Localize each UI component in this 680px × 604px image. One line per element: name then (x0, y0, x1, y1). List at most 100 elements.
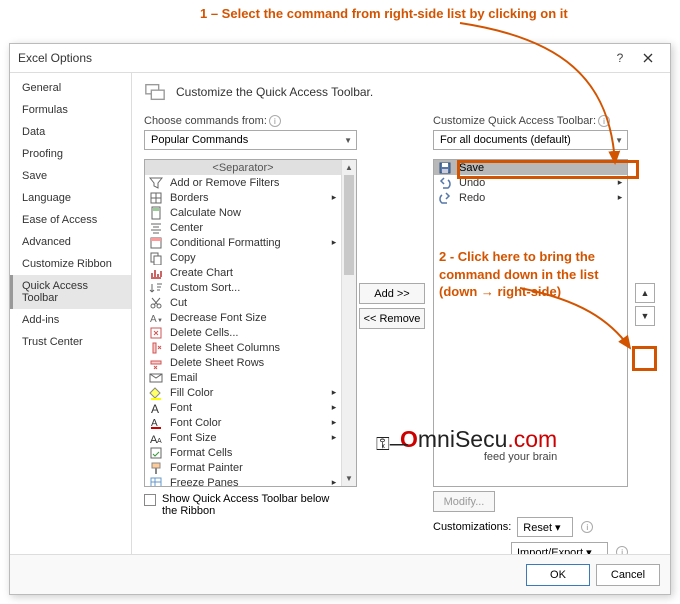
del-rows-icon (148, 356, 164, 370)
list-item-label: Font Size (170, 432, 324, 444)
list-item[interactable]: AFont Color▸ (145, 415, 341, 430)
calc-icon (148, 206, 164, 220)
info-icon: i (269, 115, 281, 127)
list-item[interactable]: Borders ▸ (145, 190, 341, 205)
scroll-down-button[interactable]: ▼ (342, 471, 356, 486)
list-item-label: Calculate Now (170, 207, 338, 219)
list-item[interactable]: Freeze Panes▸ (145, 475, 341, 486)
add-button[interactable]: Add >> (359, 283, 425, 304)
list-item-label: Format Painter (170, 462, 338, 474)
qat-item[interactable]: Redo▸ (434, 190, 627, 205)
close-icon (643, 53, 653, 63)
scroll-up-button[interactable]: ▲ (342, 160, 356, 175)
font-dec-icon: A▼ (148, 311, 164, 325)
list-item-label: Copy (170, 252, 338, 264)
list-item[interactable]: Delete Sheet Rows (145, 355, 341, 370)
list-item[interactable]: Copy (145, 250, 341, 265)
list-item[interactable]: Calculate Now (145, 205, 341, 220)
sidebar-item-language[interactable]: Language (10, 187, 131, 209)
show-below-ribbon-row: Show Quick Access Toolbar below the Ribb… (144, 493, 357, 517)
sidebar-item-quick-access-toolbar[interactable]: Quick Access Toolbar (10, 275, 131, 309)
reset-button[interactable]: Reset ▾ (517, 517, 573, 537)
cut-icon (148, 296, 164, 310)
qat-listbox[interactable]: SaveUndo▸Redo▸ (433, 159, 628, 487)
list-item-label: Fill Color (170, 387, 324, 399)
list-item-label: Cut (170, 297, 338, 309)
sidebar-item-trust-center[interactable]: Trust Center (10, 331, 131, 353)
list-item[interactable]: Format Cells (145, 445, 341, 460)
list-item[interactable]: Delete Cells... (145, 325, 341, 340)
qat-item[interactable]: Undo▸ (434, 175, 627, 190)
show-below-ribbon-checkbox[interactable] (144, 494, 156, 506)
qat-scope-value: For all documents (default) (440, 134, 571, 146)
submenu-indicator: ▸ (330, 417, 338, 428)
painter-icon (148, 461, 164, 475)
sidebar-item-general[interactable]: General (10, 77, 131, 99)
move-down-button[interactable]: ▼ (635, 306, 655, 326)
main-header: Customize the Quick Access Toolbar. (144, 81, 658, 103)
list-item[interactable]: A▼Decrease Font Size (145, 310, 341, 325)
remove-button[interactable]: << Remove (359, 308, 425, 329)
submenu-indicator: ▸ (330, 237, 338, 248)
list-item-label: Borders (170, 192, 324, 204)
list-item[interactable]: Delete Sheet Columns (145, 340, 341, 355)
sidebar-item-advanced[interactable]: Advanced (10, 231, 131, 253)
panel-mid: Add >> << Remove (357, 283, 427, 329)
sidebar-item-add-ins[interactable]: Add-ins (10, 309, 131, 331)
fill-icon (148, 386, 164, 400)
submenu-indicator: ▸ (330, 477, 338, 486)
format-icon (148, 446, 164, 460)
sidebar-item-formulas[interactable]: Formulas (10, 99, 131, 121)
list-item[interactable]: Fill Color ▸ (145, 385, 341, 400)
sidebar-item-proofing[interactable]: Proofing (10, 143, 131, 165)
sidebar-item-customize-ribbon[interactable]: Customize Ribbon (10, 253, 131, 275)
list-item-label: Custom Sort... (170, 282, 338, 294)
help-button[interactable]: ? (606, 48, 634, 68)
chevron-down-icon: ▼ (615, 136, 623, 145)
commands-listbox[interactable]: <Separator>Add or Remove Filters Borders ▸… (144, 159, 357, 487)
commands-dropdown-value: Popular Commands (151, 134, 248, 146)
sidebar-item-data[interactable]: Data (10, 121, 131, 143)
main-panel: Customize the Quick Access Toolbar. Choo… (132, 73, 670, 554)
list-item[interactable]: Custom Sort... (145, 280, 341, 295)
list-item[interactable]: Email (145, 370, 341, 385)
list-item[interactable]: <Separator> (145, 160, 341, 175)
sidebar-item-ease-of-access[interactable]: Ease of Access (10, 209, 131, 231)
copy-icon (148, 251, 164, 265)
list-item[interactable]: AFont▸ (145, 400, 341, 415)
panel-right: Customize Quick Access Toolbar:i For all… (433, 115, 628, 554)
scroll-thumb[interactable] (344, 175, 354, 275)
list-item[interactable]: Conditional Formatting ▸ (145, 235, 341, 250)
info-icon: i (616, 546, 628, 554)
qat-scope-dropdown[interactable]: For all documents (default) ▼ (433, 130, 628, 150)
sidebar-item-save[interactable]: Save (10, 165, 131, 187)
center-icon (148, 221, 164, 235)
close-button[interactable] (634, 48, 662, 68)
ok-button[interactable]: OK (526, 564, 590, 586)
list-item-label: Font (170, 402, 324, 414)
list-item[interactable]: AAFont Size▸ (145, 430, 341, 445)
submenu-indicator: ▸ (330, 387, 338, 398)
email-icon (148, 371, 164, 385)
scroll-track[interactable] (342, 175, 356, 471)
submenu-indicator: ▸ (616, 177, 624, 188)
cancel-button[interactable]: Cancel (596, 564, 660, 586)
modify-button[interactable]: Modify... (433, 491, 495, 512)
commands-dropdown[interactable]: Popular Commands ▼ (144, 130, 357, 150)
submenu-indicator: ▸ (330, 192, 338, 203)
list-item[interactable]: Create Chart (145, 265, 341, 280)
list-item-label: Conditional Formatting (170, 237, 324, 249)
sort-icon (148, 281, 164, 295)
list-item-label: Delete Cells... (170, 327, 338, 339)
qat-item[interactable]: Save (434, 160, 627, 175)
list-item[interactable]: Center (145, 220, 341, 235)
scrollbar[interactable]: ▲ ▼ (341, 160, 356, 486)
panels-row: Choose commands from:i Popular Commands … (144, 115, 658, 554)
list-item[interactable]: Cut (145, 295, 341, 310)
qat-icon (144, 81, 166, 103)
list-item[interactable]: Add or Remove Filters (145, 175, 341, 190)
undo-icon (437, 176, 453, 190)
dialog-footer: OK Cancel (10, 554, 670, 594)
list-item[interactable]: Format Painter (145, 460, 341, 475)
import-export-button[interactable]: Import/Export ▾ (511, 542, 608, 554)
